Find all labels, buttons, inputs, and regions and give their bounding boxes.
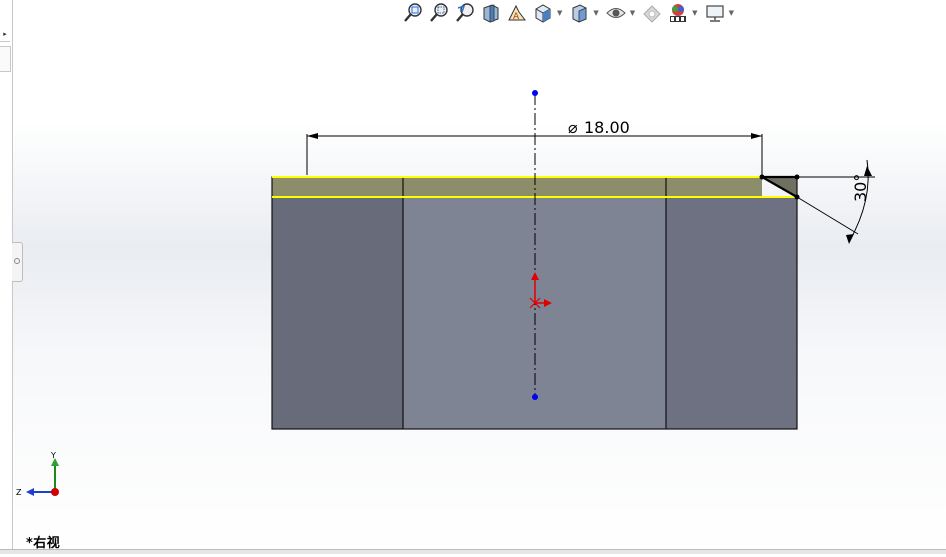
status-bar-edge <box>0 549 946 554</box>
dynamic-annotation-views-icon: A <box>508 4 526 22</box>
svg-text:A: A <box>513 12 520 22</box>
hide-show-items-dropdown-icon[interactable]: ▼ <box>630 9 635 17</box>
view-orientation-dropdown-icon[interactable]: ▼ <box>557 9 562 17</box>
view-settings-dropdown-icon[interactable]: ▼ <box>729 9 734 17</box>
view-settings-icon <box>705 5 724 22</box>
display-style-icon <box>572 4 587 23</box>
apply-scene-dropdown-icon[interactable]: ▼ <box>692 9 697 17</box>
edit-appearance-icon <box>643 5 661 23</box>
graphics-area[interactable]: ⌀ 18.00 30° Y Z <box>0 0 946 553</box>
hide-show-items-button[interactable] <box>603 2 629 24</box>
previous-view-icon <box>456 3 474 22</box>
diameter-dimension[interactable]: ⌀ 18.00 <box>306 118 763 175</box>
view-settings-button[interactable] <box>702 2 728 24</box>
apply-scene-button[interactable] <box>665 2 691 24</box>
triad-z-label: Z <box>16 488 22 497</box>
heads-up-view-toolbar: A ▼ ▼ ▼ ▼ ▼ <box>400 0 738 26</box>
triad-x-point <box>51 488 59 496</box>
left-outer-face[interactable] <box>272 197 403 429</box>
right-outer-face[interactable] <box>666 197 797 429</box>
display-style-button[interactable] <box>566 2 592 24</box>
view-orientation-icon <box>535 4 551 23</box>
diameter-symbol: ⌀ <box>568 118 578 137</box>
apply-scene-icon <box>670 4 687 22</box>
view-triad: Y Z <box>16 451 59 497</box>
chamfer-band-face[interactable] <box>272 177 762 197</box>
section-view-icon <box>483 4 499 23</box>
angle-value[interactable]: 30° <box>851 174 870 202</box>
edit-appearance-button[interactable] <box>639 2 665 24</box>
section-view-button[interactable] <box>478 2 504 24</box>
zoom-to-area-icon <box>430 3 448 22</box>
centerline-endpoint[interactable] <box>532 90 538 96</box>
dynamic-annotation-views-button[interactable]: A <box>504 2 530 24</box>
zoom-to-fit-icon <box>404 3 422 22</box>
model-view-svg: ⌀ 18.00 30° Y Z <box>16 90 875 497</box>
display-style-dropdown-icon[interactable]: ▼ <box>593 9 598 17</box>
previous-view-button[interactable] <box>452 2 478 24</box>
centerline-endpoint[interactable] <box>532 394 538 400</box>
zoom-to-area-button[interactable] <box>426 2 452 24</box>
angle-dimension[interactable]: 30° <box>796 159 875 244</box>
triad-y-label: Y <box>50 451 56 460</box>
zoom-to-fit-button[interactable] <box>400 2 426 24</box>
view-orientation-button[interactable] <box>530 2 556 24</box>
hide-show-items-icon <box>606 8 626 18</box>
sketch-point[interactable] <box>759 174 765 180</box>
diameter-value[interactable]: 18.00 <box>584 118 630 137</box>
